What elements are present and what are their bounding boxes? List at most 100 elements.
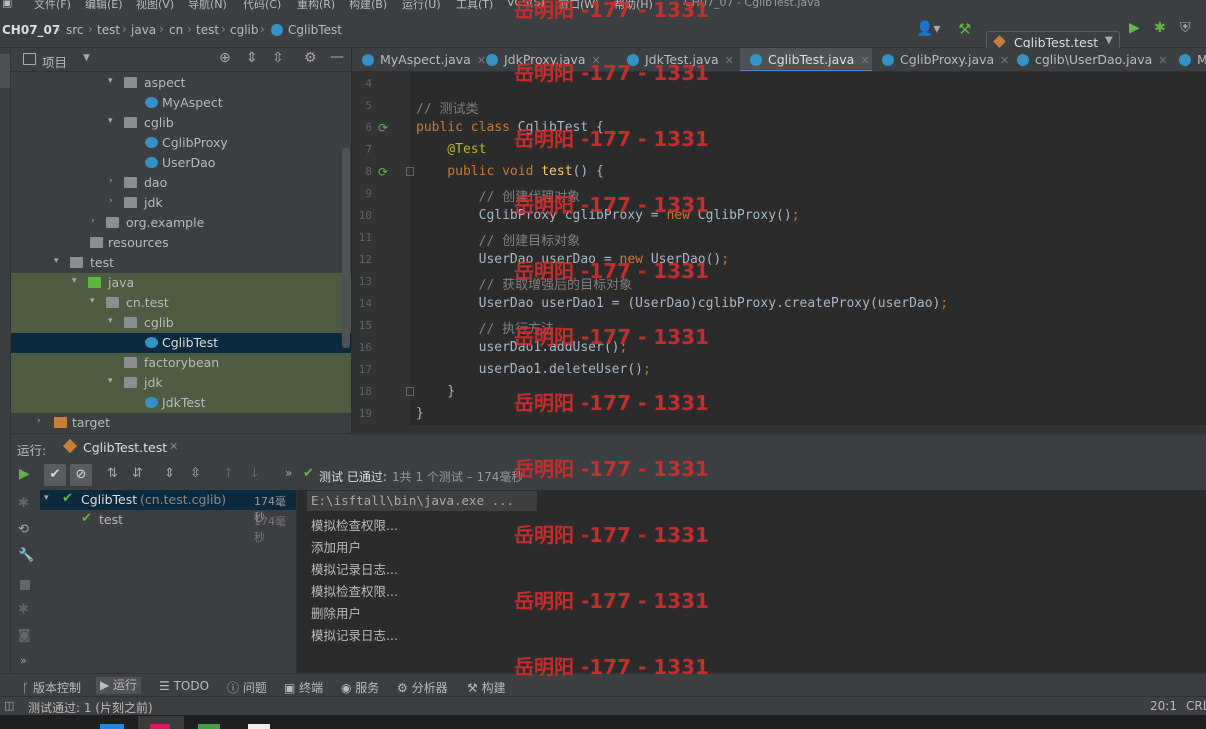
collapse-all-icon[interactable]: ⇳ xyxy=(272,50,284,66)
project-tool-tab[interactable] xyxy=(0,54,10,88)
tool-profiler[interactable]: ⚙ 分析器 xyxy=(397,679,448,696)
more-icon[interactable]: » xyxy=(20,654,27,667)
project-scrollbar[interactable] xyxy=(342,148,350,348)
tree-item-jdktest[interactable]: JdkTest xyxy=(11,393,351,413)
menu-tools[interactable]: 工具(T) xyxy=(456,0,493,12)
code-line[interactable]: @Test xyxy=(416,142,486,157)
tree-item-resources[interactable]: resources xyxy=(11,233,351,253)
tree-item-userdao[interactable]: UserDao xyxy=(11,153,351,173)
rerun-icon[interactable]: ▶ xyxy=(19,466,30,482)
test-row-class[interactable]: ▾ ✔ CglibTest (cn.test.cglib) 174毫秒 xyxy=(40,490,296,524)
layout-icon[interactable]: ◫ xyxy=(4,699,14,712)
minimize-icon[interactable]: — xyxy=(330,49,344,65)
code-line[interactable]: } xyxy=(416,406,424,421)
fold-icon[interactable] xyxy=(406,387,414,396)
tool-todo[interactable]: ☰ TODO xyxy=(159,679,209,693)
tab-userdao[interactable]: cglib\UserDao.java ✕ xyxy=(1007,48,1169,71)
tree-item-jdk-test[interactable]: ▾ jdk xyxy=(11,373,351,393)
breadcrumb-java[interactable]: java xyxy=(131,23,156,37)
code-line[interactable]: // 创建目标对象 xyxy=(416,230,580,249)
sort-alpha-icon[interactable]: ⇅ xyxy=(107,466,118,481)
chevron-down-icon[interactable]: ▼ xyxy=(83,53,90,63)
menu-refactor[interactable]: 重构(R) xyxy=(297,0,335,12)
tool-terminal[interactable]: ▣ 终端 xyxy=(284,679,323,696)
tree-item-cglib-test[interactable]: ▾ cglib xyxy=(11,313,351,333)
breadcrumb-test[interactable]: test xyxy=(97,23,120,37)
user-icon[interactable]: 👤▾ xyxy=(916,21,940,37)
debug-icon[interactable]: ✱ xyxy=(1154,20,1166,36)
locate-icon[interactable]: ⊕ xyxy=(219,50,231,66)
coverage-icon[interactable]: ⛨ xyxy=(1180,20,1191,36)
close-icon[interactable]: ✕ xyxy=(1158,54,1167,67)
fold-icon[interactable] xyxy=(406,167,414,176)
tool-services[interactable]: ◉ 服务 xyxy=(341,679,379,696)
breadcrumb-cglib[interactable]: cglib xyxy=(230,23,259,37)
run-test-icon[interactable]: ⟳ xyxy=(378,165,391,179)
tree-item-jdk[interactable]: › jdk xyxy=(11,193,351,213)
breadcrumb-src[interactable]: src xyxy=(66,23,84,37)
tool-run[interactable]: ▶ 运行 xyxy=(96,677,142,694)
sort-duration-icon[interactable]: ⇵ xyxy=(132,466,143,481)
test-row-method[interactable]: ✔ test 174毫秒 xyxy=(40,510,296,544)
run-tab[interactable]: CglibTest.test xyxy=(83,440,167,455)
tool-build[interactable]: ⚒ 构建 xyxy=(467,679,506,696)
menu-file[interactable]: 文件(F) xyxy=(34,0,71,12)
tool-problems[interactable]: ⓘ 问题 xyxy=(227,679,267,696)
breadcrumb-test-pkg[interactable]: test xyxy=(196,23,219,37)
code-line[interactable]: userDao1.deleteUser(); xyxy=(416,362,651,377)
expand-all-icon[interactable]: ⇕ xyxy=(246,50,258,66)
console-output[interactable]: E:\isftall\bin\java.exe ... 模拟检查权限... 添加… xyxy=(298,490,1206,673)
cursor-position[interactable]: 20:1 xyxy=(1150,699,1177,713)
tree-item-myaspect[interactable]: MyAspect xyxy=(11,93,351,113)
debug-icon[interactable]: ✱ xyxy=(18,496,29,511)
dump-icon[interactable]: ✱ xyxy=(18,602,29,617)
tree-item-cglib[interactable]: ▾ cglib xyxy=(11,113,351,133)
tree-item-factorybean[interactable]: factorybean xyxy=(11,353,351,373)
stop-icon[interactable] xyxy=(20,580,30,590)
run-icon[interactable]: ▶ xyxy=(1129,20,1140,36)
tree-item-java[interactable]: ▾ java xyxy=(11,273,351,293)
menu-run[interactable]: 运行(U) xyxy=(402,0,441,12)
close-icon[interactable]: ✕ xyxy=(860,54,869,67)
code-line[interactable]: public void test() { xyxy=(416,164,604,179)
close-icon[interactable]: ✕ xyxy=(169,440,178,453)
menu-navigate[interactable]: 导航(N) xyxy=(188,0,227,12)
menu-view[interactable]: 视图(V) xyxy=(136,0,174,12)
tree-item-target[interactable]: › target xyxy=(11,413,351,433)
arrow-up-icon[interactable]: ↑ xyxy=(223,466,234,481)
tab-cglibproxy[interactable]: CglibProxy.java ✕ xyxy=(872,48,1009,71)
camera-icon[interactable]: ◙ xyxy=(18,628,31,643)
arrow-down-icon[interactable]: ↓ xyxy=(249,466,260,481)
line-ending[interactable]: CRL xyxy=(1186,699,1206,713)
code-line[interactable]: } xyxy=(416,384,455,399)
collapse-all-icon[interactable]: ⇳ xyxy=(190,466,201,481)
hammer-icon[interactable]: ⚒ xyxy=(958,20,971,38)
tree-item-cn-test[interactable]: ▾ cn.test xyxy=(11,293,351,313)
menu-build[interactable]: 构建(B) xyxy=(349,0,387,12)
menu-edit[interactable]: 编辑(E) xyxy=(85,0,123,12)
taskbar-app-icon[interactable] xyxy=(198,724,220,729)
wrench-icon[interactable]: 🔧 xyxy=(18,548,34,563)
tree-item-org-example[interactable]: › org.example xyxy=(11,213,351,233)
menu-code[interactable]: 代码(C) xyxy=(243,0,281,12)
close-icon[interactable]: ✕ xyxy=(725,54,734,67)
tree-item-aspect[interactable]: ▾ aspect xyxy=(11,73,351,93)
tool-vcs[interactable]: ᚴ 版本控制 xyxy=(22,679,81,696)
show-ignored-icon[interactable]: ⊘ xyxy=(70,464,92,486)
code-line[interactable]: // 测试类 xyxy=(416,98,478,117)
editor-scrollbar[interactable] xyxy=(408,425,1206,433)
breadcrumb-project[interactable]: CH07_07 xyxy=(2,23,60,37)
tree-item-dao[interactable]: › dao xyxy=(11,173,351,193)
expand-all-icon[interactable]: ⇕ xyxy=(164,466,175,481)
breadcrumb-cn[interactable]: cn xyxy=(169,23,183,37)
code-line[interactable]: UserDao userDao1 = (UserDao)cglibProxy.c… xyxy=(416,296,949,311)
breadcrumb-file[interactable]: CglibTest xyxy=(288,23,342,37)
more-icon[interactable]: » xyxy=(285,466,292,480)
run-test-icon[interactable]: ⟳ xyxy=(378,121,391,135)
taskbar-app-icon[interactable] xyxy=(100,724,124,729)
tree-item-test[interactable]: ▾ test xyxy=(11,253,351,273)
refresh-icon[interactable]: ⟲ xyxy=(18,522,29,537)
tab-myaspect[interactable]: MyAspect.java ✕ xyxy=(352,48,486,71)
tab-more[interactable]: M xyxy=(1169,48,1206,71)
tab-cglibtest[interactable]: CglibTest.java ✕ xyxy=(740,48,872,71)
